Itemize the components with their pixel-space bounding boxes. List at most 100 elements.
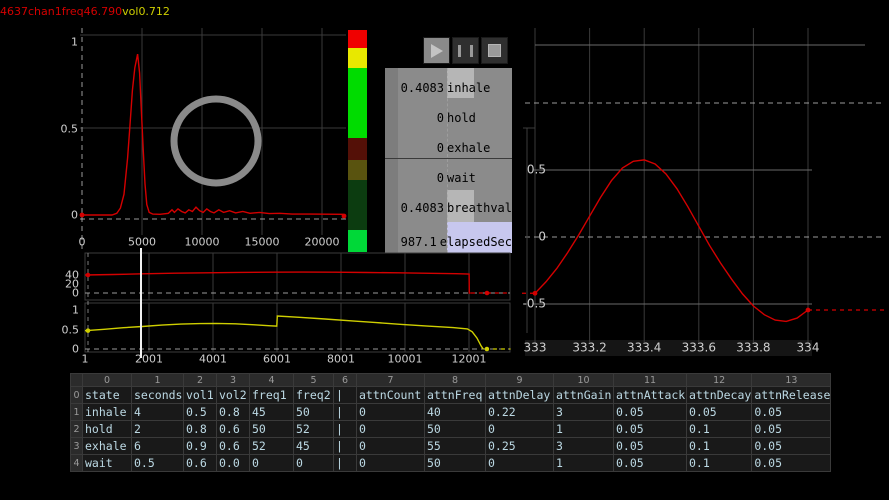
cell-r4-c8[interactable]: 50 bbox=[425, 455, 486, 472]
cell-r2-c2[interactable]: 0.8 bbox=[184, 421, 217, 438]
cell-r2-c1[interactable]: 2 bbox=[132, 421, 184, 438]
cell-r2-c12[interactable]: 0.1 bbox=[687, 421, 752, 438]
cell-r1-c7[interactable]: 0 bbox=[357, 404, 425, 421]
col-index-3: 3 bbox=[217, 374, 250, 387]
cell-r2-c0[interactable]: hold bbox=[83, 421, 132, 438]
vol-cursor-readout: 0.712 bbox=[138, 5, 170, 18]
playhead-cursor[interactable] bbox=[140, 248, 142, 358]
play-button[interactable] bbox=[423, 37, 450, 64]
cell-r3-c10[interactable]: 3 bbox=[554, 438, 614, 455]
cell-r4-c1[interactable]: 0.5 bbox=[132, 455, 184, 472]
cell-r2-c13[interactable]: 0.05 bbox=[752, 421, 831, 438]
cell-r3-c7[interactable]: 0 bbox=[357, 438, 425, 455]
timeline-x-tick: 4001 bbox=[199, 354, 227, 365]
hold-value[interactable]: 0 bbox=[385, 110, 444, 126]
cell-r1-c8[interactable]: 40 bbox=[425, 404, 486, 421]
cell-r3-c12[interactable]: 0.1 bbox=[687, 438, 752, 455]
wait-value[interactable]: 0 bbox=[385, 170, 444, 186]
cell-r1-c13[interactable]: 0.05 bbox=[752, 404, 831, 421]
cell-r0-c7[interactable]: attnCount bbox=[357, 387, 425, 404]
cell-r0-c1[interactable]: seconds bbox=[132, 387, 184, 404]
exhale-label: exhale bbox=[447, 140, 490, 156]
cell-r4-c9[interactable]: 0 bbox=[486, 455, 554, 472]
cell-r2-c10[interactable]: 1 bbox=[554, 421, 614, 438]
cell-r0-c9[interactable]: attnDelay bbox=[486, 387, 554, 404]
cell-r4-c0[interactable]: wait bbox=[83, 455, 132, 472]
cell-r1-c1[interactable]: 4 bbox=[132, 404, 184, 421]
stop-button[interactable] bbox=[481, 37, 508, 64]
pause-button[interactable] bbox=[452, 37, 479, 64]
inhale-label: inhale bbox=[447, 80, 490, 96]
timeline-x-tick: 6001 bbox=[263, 354, 291, 365]
cell-r1-c9[interactable]: 0.22 bbox=[486, 404, 554, 421]
cell-r3-c9[interactable]: 0.25 bbox=[486, 438, 554, 455]
timeline-x-tick: 12001 bbox=[452, 354, 487, 365]
cell-r1-c12[interactable]: 0.05 bbox=[687, 404, 752, 421]
cell-r0-c6[interactable]: | bbox=[334, 387, 357, 404]
cell-r3-c13[interactable]: 0.05 bbox=[752, 438, 831, 455]
breathval-value[interactable]: 0.4083 bbox=[385, 200, 444, 216]
cell-r4-c13[interactable]: 0.05 bbox=[752, 455, 831, 472]
cell-r0-c4[interactable]: freq1 bbox=[250, 387, 294, 404]
cell-r0-c13[interactable]: attnRelease bbox=[752, 387, 831, 404]
cell-r3-c4[interactable]: 52 bbox=[250, 438, 294, 455]
cell-r0-c11[interactable]: attnAttack bbox=[614, 387, 687, 404]
cell-r1-c0[interactable]: inhale bbox=[83, 404, 132, 421]
cell-r3-c8[interactable]: 55 bbox=[425, 438, 486, 455]
cell-r4-c11[interactable]: 0.05 bbox=[614, 455, 687, 472]
table-row-1: 1inhale40.50.84550|0400.2230.050.050.05 bbox=[71, 404, 831, 421]
spectrum-plot bbox=[80, 28, 348, 252]
meter-segment-red-lit bbox=[348, 30, 367, 48]
cell-r4-c10[interactable]: 1 bbox=[554, 455, 614, 472]
inhale-value[interactable]: 0.4083 bbox=[385, 80, 444, 96]
cell-r3-c6[interactable]: | bbox=[334, 438, 357, 455]
scope-series-label: chan1 bbox=[28, 5, 62, 18]
table-row-2: 2hold20.80.65052|050010.050.10.05 bbox=[71, 421, 831, 438]
cell-r1-c5[interactable]: 50 bbox=[294, 404, 334, 421]
cell-r2-c3[interactable]: 0.6 bbox=[217, 421, 250, 438]
timeline-x-tick: 8001 bbox=[327, 354, 355, 365]
elapsedsec-value[interactable]: 987.1 bbox=[385, 234, 437, 250]
stop-icon bbox=[488, 44, 501, 57]
cell-r3-c0[interactable]: exhale bbox=[83, 438, 132, 455]
cell-r2-c5[interactable]: 52 bbox=[294, 421, 334, 438]
cell-r2-c8[interactable]: 50 bbox=[425, 421, 486, 438]
cell-r4-c7[interactable]: 0 bbox=[357, 455, 425, 472]
app-window: 0.4083 inhale 0 hold 0 exhale 0 wait 0.4… bbox=[0, 0, 889, 500]
col-index-10: 10 bbox=[554, 374, 614, 387]
exhale-value[interactable]: 0 bbox=[385, 140, 444, 156]
cell-r0-c2[interactable]: vol1 bbox=[184, 387, 217, 404]
row-index-3: 3 bbox=[71, 438, 83, 455]
cell-r2-c11[interactable]: 0.05 bbox=[614, 421, 687, 438]
cell-r0-c3[interactable]: vol2 bbox=[217, 387, 250, 404]
cell-r2-c7[interactable]: 0 bbox=[357, 421, 425, 438]
cell-r4-c2[interactable]: 0.6 bbox=[184, 455, 217, 472]
cell-r0-c10[interactable]: attnGain bbox=[554, 387, 614, 404]
cell-r1-c4[interactable]: 45 bbox=[250, 404, 294, 421]
row-index-4: 4 bbox=[71, 455, 83, 472]
cell-r4-c12[interactable]: 0.1 bbox=[687, 455, 752, 472]
cell-r4-c5[interactable]: 0 bbox=[294, 455, 334, 472]
cell-r2-c9[interactable]: 0 bbox=[486, 421, 554, 438]
cell-r3-c2[interactable]: 0.9 bbox=[184, 438, 217, 455]
cell-r1-c10[interactable]: 3 bbox=[554, 404, 614, 421]
cell-r4-c3[interactable]: 0.0 bbox=[217, 455, 250, 472]
cell-r4-c6[interactable]: | bbox=[334, 455, 357, 472]
cell-r3-c3[interactable]: 0.6 bbox=[217, 438, 250, 455]
cell-r1-c6[interactable]: | bbox=[334, 404, 357, 421]
cell-r0-c8[interactable]: attnFreq bbox=[425, 387, 486, 404]
readout-inhale: 0.4083 inhale bbox=[385, 80, 512, 96]
cell-r0-c12[interactable]: attnDecay bbox=[687, 387, 752, 404]
cell-r2-c4[interactable]: 50 bbox=[250, 421, 294, 438]
cell-r1-c3[interactable]: 0.8 bbox=[217, 404, 250, 421]
cell-r2-c6[interactable]: | bbox=[334, 421, 357, 438]
cell-r0-c0[interactable]: state bbox=[83, 387, 132, 404]
cell-r3-c1[interactable]: 6 bbox=[132, 438, 184, 455]
cell-r1-c11[interactable]: 0.05 bbox=[614, 404, 687, 421]
cell-r3-c11[interactable]: 0.05 bbox=[614, 438, 687, 455]
cell-r0-c5[interactable]: freq2 bbox=[294, 387, 334, 404]
cell-r4-c4[interactable]: 0 bbox=[250, 455, 294, 472]
breathval-label: breathval bbox=[447, 200, 512, 216]
cell-r1-c2[interactable]: 0.5 bbox=[184, 404, 217, 421]
cell-r3-c5[interactable]: 45 bbox=[294, 438, 334, 455]
